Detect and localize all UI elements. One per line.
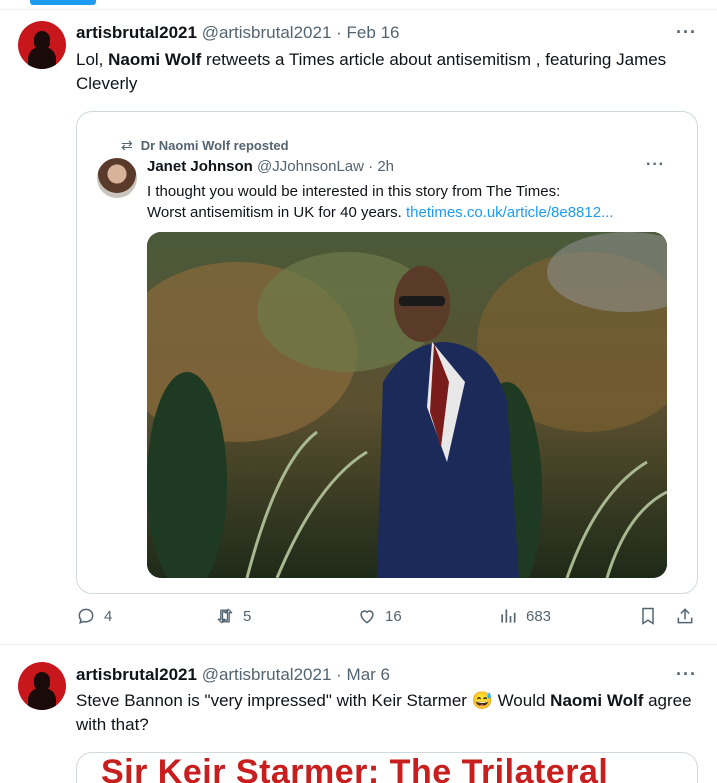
tweet[interactable]: artisbrutal2021 @artisbrutal2021 · Feb 1… (0, 10, 717, 645)
view-count: 683 (526, 607, 552, 625)
author-name[interactable]: artisbrutal2021 (76, 23, 197, 42)
quoted-tweet[interactable]: ⇄ Dr Naomi Wolf reposted Janet Johnson @J… (76, 111, 698, 594)
article-link[interactable]: thetimes.co.uk/article/8e8812... (406, 204, 614, 221)
separator-dot: · (368, 158, 374, 175)
more-options-icon[interactable]: ··· (676, 664, 697, 685)
reply-button[interactable]: 4 (76, 606, 112, 626)
repost-button[interactable]: 5 (215, 606, 251, 626)
views-button[interactable]: 683 (498, 606, 551, 626)
quoted-text: I thought you would be interested in thi… (147, 181, 667, 223)
tweet-text: Steve Bannon is "very impressed" with Ke… (76, 691, 692, 734)
tweet-header: artisbrutal2021 @artisbrutal2021 · Feb 1… (76, 23, 399, 43)
avatar[interactable] (18, 662, 66, 710)
like-count: 16 (385, 607, 402, 625)
repost-label: Dr Naomi Wolf reposted (140, 138, 289, 153)
quoted-line-2: Worst antisemitism in UK for 40 years. t… (147, 204, 614, 221)
author-handle[interactable]: @artisbrutal2021 (202, 665, 332, 684)
separator-dot: · (336, 23, 342, 42)
quoted-header: Janet Johnson @JJohnsonLaw · 2h (147, 158, 394, 175)
timeline-top-bar (0, 0, 717, 10)
quoted-author-avatar[interactable] (97, 158, 137, 198)
separator-dot: · (336, 665, 342, 684)
repost-indicator: ⇄ Dr Naomi Wolf reposted (121, 137, 289, 154)
author-name[interactable]: artisbrutal2021 (76, 665, 197, 684)
share-icon (677, 608, 693, 624)
tweet-date[interactable]: Feb 16 (347, 23, 400, 42)
quoted-time[interactable]: 2h (377, 158, 394, 175)
quoted-more-options-icon[interactable]: ··· (646, 156, 665, 174)
tweet-text: Lol, Naomi Wolf retweets a Times article… (76, 50, 667, 93)
author-handle[interactable]: @artisbrutal2021 (202, 23, 332, 42)
tweet-date[interactable]: Mar 6 (347, 665, 390, 684)
quoted-author-name[interactable]: Janet Johnson (147, 158, 253, 175)
link-card[interactable]: Sir Keir Starmer: The Trilateral (76, 752, 698, 783)
tweet[interactable]: artisbrutal2021 @artisbrutal2021 · Mar 6… (0, 645, 717, 783)
active-tab-indicator (30, 0, 96, 5)
reply-count: 4 (104, 607, 113, 625)
tweet-header: artisbrutal2021 @artisbrutal2021 · Mar 6 (76, 665, 390, 685)
views-icon (501, 609, 516, 623)
bookmark-icon (642, 607, 654, 625)
more-options-icon[interactable]: ··· (676, 22, 697, 43)
avatar[interactable] (18, 21, 66, 69)
article-photo[interactable] (147, 232, 667, 578)
share-button[interactable] (675, 606, 695, 626)
repost-icon: ⇄ (121, 137, 133, 153)
repost-icon (217, 608, 233, 624)
heart-icon (360, 610, 374, 624)
card-title: Sir Keir Starmer: The Trilateral (101, 753, 609, 783)
tweet-actions: 4 5 16 683 (0, 604, 717, 634)
emoji: 😅 (471, 691, 493, 710)
reply-icon (78, 608, 94, 624)
bookmark-button[interactable] (638, 606, 658, 626)
repost-count: 5 (243, 607, 252, 625)
quoted-author-handle[interactable]: @JJohnsonLaw (257, 158, 364, 175)
quoted-line-1: I thought you would be interested in thi… (147, 183, 561, 200)
like-button[interactable]: 16 (357, 606, 402, 626)
